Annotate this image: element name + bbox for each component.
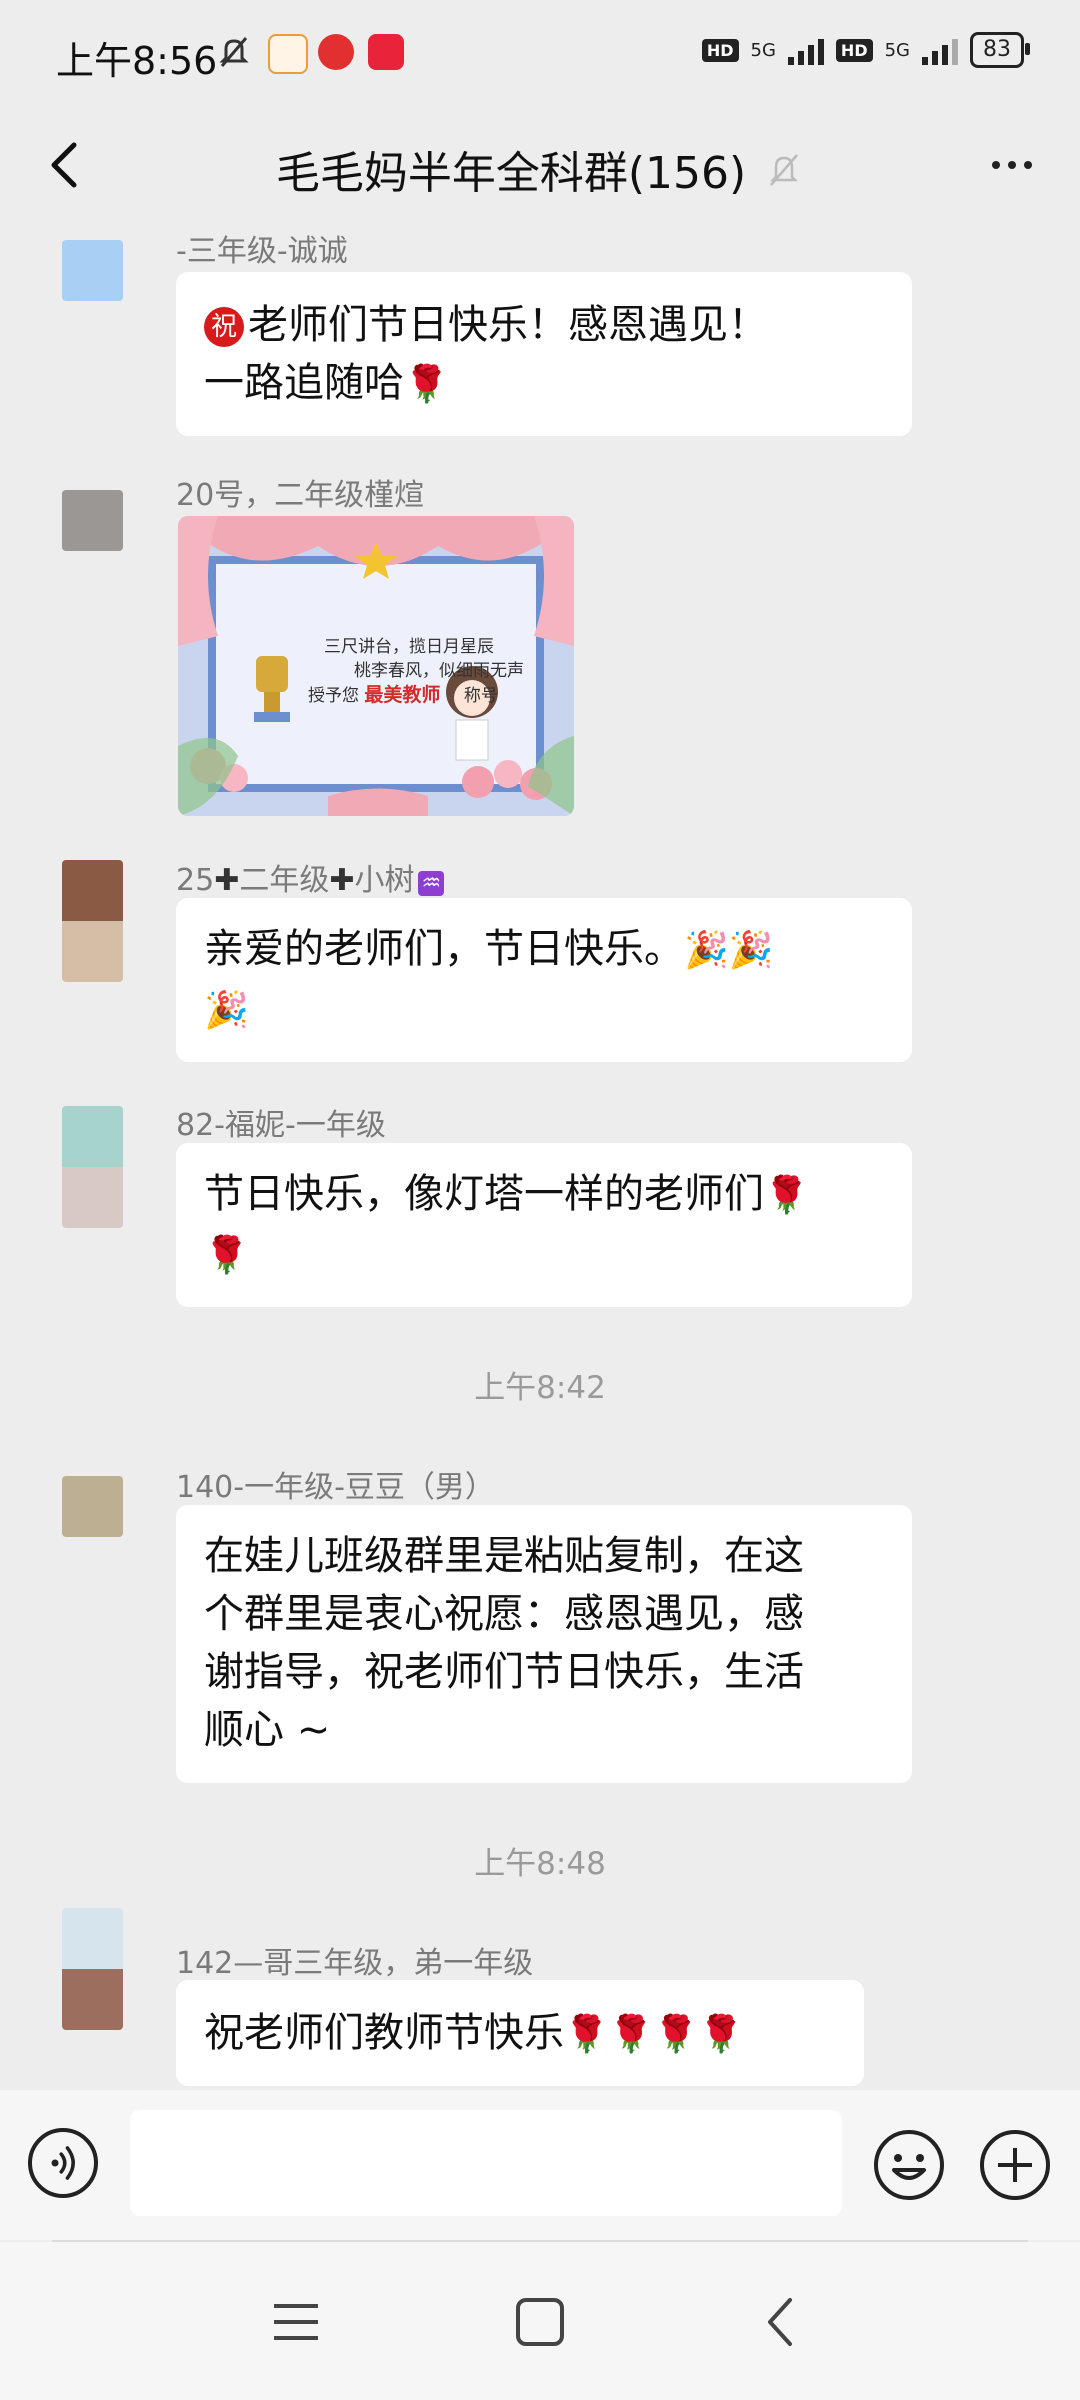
- rose-icon: 🌹: [564, 2014, 609, 2055]
- message-text: 亲爱的老师们，节日快乐。: [204, 926, 684, 972]
- message-line: 谢指导，祝老师们节日快乐，生活: [204, 1649, 804, 1695]
- time-divider: 上午8:48: [474, 1846, 606, 1882]
- more-dots-icon[interactable]: [980, 137, 1044, 193]
- silent-mode-icon: [219, 37, 249, 67]
- sender-name: 20号，二年级槿煊: [176, 478, 425, 513]
- message-line: 顺心 ~: [204, 1707, 331, 1753]
- add-icon[interactable]: [978, 2128, 1052, 2202]
- network-label-1: 5G: [750, 39, 776, 61]
- message-text: 老师们节日快乐！感恩遇见！: [248, 302, 768, 348]
- card-text-line: 授予您 最美教师 称号: [308, 684, 498, 706]
- message-line: 祝老师们节日快乐！感恩遇见！: [204, 296, 886, 354]
- sender-name: 142—哥三年级，弟一年级: [176, 1946, 534, 1981]
- party-popper-icon: 🎉: [204, 990, 249, 1031]
- menu-icon[interactable]: [266, 2292, 326, 2352]
- avatar[interactable]: [62, 240, 123, 301]
- avatar[interactable]: [62, 490, 123, 551]
- sender-name: 25✚二年级✚小树 ♒: [176, 855, 445, 899]
- message-line: 个群里是衷心祝愿：感恩遇见，感: [204, 1591, 804, 1637]
- rose-icon: 🌹: [698, 2014, 744, 2055]
- message-text: 一路追随哈: [204, 360, 404, 406]
- party-popper-icon: 🎉: [684, 930, 729, 971]
- status-right-group: HD 5G HD 5G 83: [701, 32, 1030, 68]
- signal-strength-icon-2: [922, 35, 958, 65]
- app-notification-icon: [268, 34, 308, 74]
- card-text-line: 三尺讲台，揽日月星辰: [324, 637, 494, 657]
- signal-strength-icon-1: [787, 35, 824, 65]
- chat-header: 毛毛妈半年全科群(156): [0, 115, 1080, 215]
- aquarius-icon: ♒: [418, 871, 445, 896]
- rose-icon: 🌹: [764, 1175, 809, 1216]
- party-popper-icon: 🎉: [728, 930, 774, 971]
- message-bubble[interactable]: 亲爱的老师们，节日快乐。🎉🎉 🎉: [176, 898, 912, 1062]
- rose-icon: 🌹: [608, 2014, 654, 2055]
- rose-icon: 🌹: [204, 1235, 249, 1276]
- message-line: 在娃儿班级群里是粘贴复制，在这: [204, 1533, 804, 1579]
- emoji-icon[interactable]: [872, 2128, 946, 2202]
- sender-name: 82-福妮-一年级: [176, 1108, 386, 1143]
- message-line: 亲爱的老师们，节日快乐。🎉🎉: [204, 920, 886, 980]
- shopping-app-icon: [368, 34, 404, 70]
- message-line: 一路追随哈🌹: [204, 354, 886, 414]
- mute-bell-icon: [770, 154, 799, 186]
- home-icon[interactable]: [510, 2292, 570, 2352]
- chat-title-container: 毛毛妈半年全科群(156): [0, 137, 1080, 201]
- message-bubble[interactable]: 在娃儿班级群里是粘贴复制，在这 个群里是衷心祝愿：感恩遇见，感 谢指导，祝老师们…: [176, 1505, 912, 1783]
- input-bar: [0, 2090, 1080, 2240]
- target-app-icon: [318, 34, 354, 70]
- zhu-badge-icon: 祝: [204, 307, 244, 347]
- message-input[interactable]: [130, 2110, 842, 2216]
- message-text: 祝老师们教师节快乐: [204, 2010, 564, 2056]
- status-time: 上午8:56: [56, 39, 218, 83]
- message-bubble[interactable]: 祝老师们教师节快乐🌹🌹🌹🌹: [176, 1980, 864, 2086]
- back-nav-icon[interactable]: [752, 2292, 812, 2352]
- message-bubble[interactable]: 祝老师们节日快乐！感恩遇见！ 一路追随哈🌹: [176, 272, 912, 436]
- network-label-2: 5G: [884, 39, 910, 61]
- status-bar: 上午8:56 HD 5G HD 5G 83: [0, 0, 1080, 115]
- time-divider: 上午8:42: [474, 1370, 606, 1406]
- chat-title: 毛毛妈半年全科群(156): [275, 148, 747, 199]
- rose-icon: 🌹: [653, 2014, 699, 2055]
- message-line: 🎉: [204, 980, 886, 1040]
- avatar[interactable]: [62, 860, 123, 982]
- avatar[interactable]: [62, 1908, 123, 2030]
- hd-badge-2: HD: [835, 38, 873, 62]
- avatar[interactable]: [62, 1106, 123, 1228]
- system-nav-bar: [0, 2242, 1080, 2400]
- sender-name: -三年级-诚诚: [176, 234, 348, 269]
- sender-name: 140-一年级-豆豆（男）: [176, 1470, 495, 1505]
- avatar[interactable]: [62, 1476, 123, 1537]
- card-text-line: 桃李春风，似细雨无声: [354, 661, 524, 681]
- message-text: 节日快乐，像灯塔一样的老师们: [204, 1171, 764, 1217]
- message-bubble[interactable]: 节日快乐，像灯塔一样的老师们🌹 🌹: [176, 1143, 912, 1307]
- hd-badge-1: HD: [701, 38, 739, 62]
- voice-icon[interactable]: [28, 2128, 98, 2198]
- battery-indicator: 83: [970, 32, 1030, 68]
- rose-icon: 🌹: [404, 364, 449, 405]
- message-line: 节日快乐，像灯塔一样的老师们🌹: [204, 1165, 886, 1225]
- message-line: 🌹: [204, 1225, 886, 1285]
- image-message[interactable]: 三尺讲台，揽日月星辰 桃李春风，似细雨无声 授予您 最美教师 称号: [178, 516, 574, 816]
